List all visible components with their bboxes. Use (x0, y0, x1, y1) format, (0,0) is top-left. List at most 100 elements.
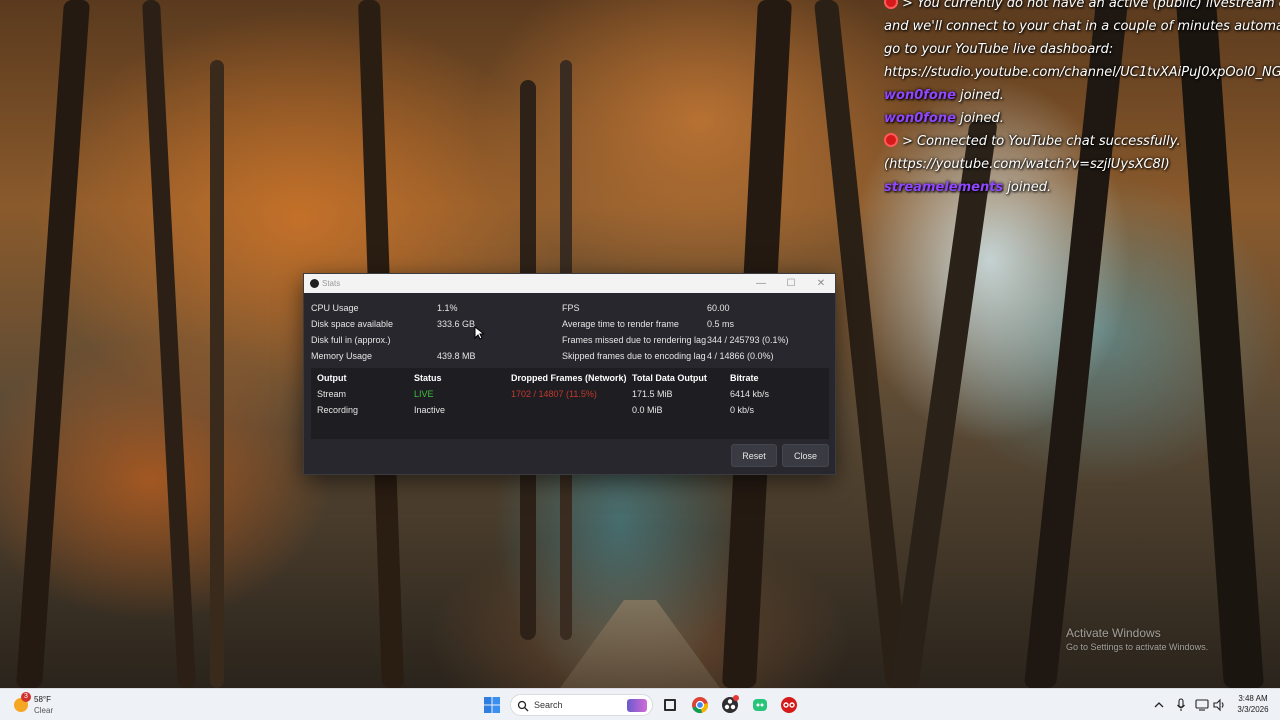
stat-render-time: Average time to render frame 0.5 ms (562, 316, 734, 332)
chat-message: > Connected to YouTube chat successfully… (884, 130, 1280, 153)
chat-link: (https://youtube.com/watch?v=szjlUysXC8I… (884, 157, 1170, 172)
tree-trunk (141, 0, 197, 688)
search-placeholder: Search (534, 700, 563, 710)
watermark-title: Activate Windows (1066, 626, 1161, 640)
stat-disk-space: Disk space available 333.6 GB (311, 316, 475, 332)
table-cell-status: Inactive (414, 405, 446, 415)
tree-trunk (890, 120, 998, 688)
window-titlebar[interactable]: Stats — ☐ ✕ (304, 274, 835, 293)
tree-trunk (15, 0, 91, 688)
stat-label: Frames missed due to rendering lag (562, 335, 707, 345)
table-header: Status (414, 373, 442, 383)
watermark-subtitle: Go to Settings to activate Windows. (1066, 642, 1209, 652)
bot-avatar-icon (884, 133, 898, 147)
search-highlight-icon (627, 699, 647, 712)
stat-label: Average time to render frame (562, 319, 679, 329)
mouse-cursor-icon (474, 326, 484, 340)
taskbar: 3 58°F Clear Search 3:48 AM 3/3/2026 (0, 688, 1280, 720)
streamelements-icon[interactable] (779, 695, 799, 715)
chat-message: and we'll connect to your chat in a coup… (884, 15, 1280, 38)
stat-value: 344 / 245793 (0.1%) (707, 335, 789, 345)
chevron-up-icon[interactable] (1154, 700, 1164, 710)
table-header: Total Data Output (632, 373, 707, 383)
stat-label: Skipped frames due to encoding lag (562, 351, 706, 361)
stats-window: Stats — ☐ ✕ CPU Usage 1.1% Disk space av… (303, 273, 836, 475)
taskbar-search[interactable]: Search (510, 694, 653, 716)
maximize-button[interactable]: ☐ (776, 274, 806, 293)
stat-label: CPU Usage (311, 303, 359, 313)
stat-value: 4 / 14866 (0.0%) (707, 351, 774, 361)
chat-text: joined. (1003, 180, 1052, 195)
search-icon (517, 700, 529, 712)
chat-text: joined. (955, 88, 1004, 103)
discord-icon[interactable] (750, 695, 770, 715)
stat-value: 1.1% (437, 303, 458, 313)
table-header: Dropped Frames (Network) (511, 373, 627, 383)
volume-icon[interactable] (1212, 698, 1226, 712)
minimize-button[interactable]: — (746, 274, 776, 293)
stat-fps: FPS 60.00 (562, 300, 730, 316)
close-button[interactable]: Close (782, 444, 829, 467)
window-title: Stats (322, 279, 341, 288)
obs-taskbar-icon[interactable] (720, 695, 740, 715)
microphone-icon[interactable] (1176, 698, 1186, 712)
table-cell-dropped: 1702 / 14807 (11.5%) (511, 389, 597, 399)
clock-date: 3/3/2026 (1237, 705, 1269, 714)
weather-badge: 3 (21, 692, 31, 702)
output-table: Output Status Dropped Frames (Network) T… (311, 368, 829, 439)
chrome-icon[interactable] (690, 695, 710, 715)
chat-message: (https://youtube.com/watch?v=szjlUysXC8I… (884, 153, 1280, 176)
network-icon[interactable] (1195, 699, 1209, 711)
table-cell-bitrate: 6414 kb/s (730, 389, 770, 399)
stat-label: Disk space available (311, 319, 394, 329)
windows-start-icon[interactable] (482, 695, 502, 715)
stat-label: Disk full in (approx.) (311, 335, 391, 345)
chat-text: go to your YouTube live dashboard: (884, 42, 1114, 57)
chat-link: https://studio.youtube.com/channel/UC1tv… (884, 65, 1280, 80)
chat-message: won0fone joined. (884, 84, 1280, 107)
chat-overlay: > You currently do not have an active (p… (884, 0, 1280, 199)
table-header: Bitrate (730, 373, 759, 383)
weather-temp: 58°F (34, 695, 51, 704)
table-cell-output: Stream (317, 389, 347, 399)
chat-username: won0fone (884, 88, 956, 103)
weather-widget[interactable]: 3 58°F Clear (12, 692, 82, 718)
task-view-icon[interactable] (660, 695, 680, 715)
stat-frames-missed: Frames missed due to rendering lag 344 /… (562, 332, 789, 348)
stat-value: 439.8 MB (437, 351, 476, 361)
reset-button[interactable]: Reset (731, 444, 777, 467)
stat-value: 333.6 GB (437, 319, 476, 329)
chat-text: joined. (955, 111, 1004, 126)
table-cell-bitrate: 0 kb/s (730, 405, 755, 415)
activate-windows-watermark: Activate Windows Go to Settings to activ… (1066, 626, 1208, 652)
obs-icon (310, 279, 319, 288)
chat-message: go to your YouTube live dashboard: (884, 38, 1280, 61)
forest-path (560, 600, 720, 688)
chat-message: won0fone joined. (884, 107, 1280, 130)
table-cell-total: 0.0 MiB (632, 405, 663, 415)
chat-message: streamelements joined. (884, 176, 1280, 199)
table-header: Output (317, 373, 347, 383)
clock-time: 3:48 AM (1238, 694, 1268, 703)
stat-label: Memory Usage (311, 351, 373, 361)
stat-value: 60.00 (707, 303, 730, 313)
stat-memory-usage: Memory Usage 439.8 MB (311, 348, 476, 364)
chat-username: won0fone (884, 111, 956, 126)
chat-username: streamelements (884, 180, 1004, 195)
chat-message: > You currently do not have an active (p… (884, 0, 1280, 15)
status-live-badge: LIVE (414, 389, 434, 399)
stat-skipped-frames: Skipped frames due to encoding lag 4 / 1… (562, 348, 774, 364)
table-cell-total: 171.5 MiB (632, 389, 673, 399)
stat-value: 0.5 ms (707, 319, 735, 329)
tree-trunk (210, 60, 224, 688)
clock[interactable]: 3:48 AM 3/3/2026 (1230, 693, 1276, 715)
stat-label: FPS (562, 303, 580, 313)
table-cell-output: Recording (317, 405, 359, 415)
close-window-button[interactable]: ✕ (806, 274, 836, 293)
weather-condition: Clear (34, 706, 54, 715)
bot-avatar-icon (884, 0, 898, 9)
chat-text: > Connected to YouTube chat successfully… (902, 134, 1181, 149)
stat-cpu-usage: CPU Usage 1.1% (311, 300, 458, 316)
chat-text: and we'll connect to your chat in a coup… (884, 19, 1280, 34)
stat-disk-full: Disk full in (approx.) (311, 332, 391, 348)
